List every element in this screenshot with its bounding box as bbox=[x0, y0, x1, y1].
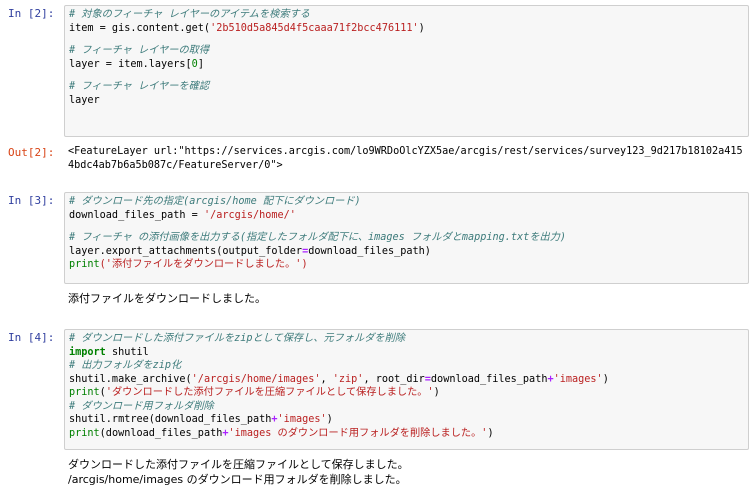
code-cell[interactable]: # 対象のフィーチャ レイヤーのアイテムを検索する item = gis.cont… bbox=[64, 5, 749, 137]
code-cell[interactable]: # ダウンロードした添付ファイルをzipとして保存し、元フォルダを削除 impor… bbox=[64, 329, 749, 450]
code-text: shutil.rmtree(download_files_path bbox=[69, 414, 272, 425]
code-line: layer bbox=[69, 94, 744, 108]
code-comment: # フィーチャ レイヤーを確認 bbox=[69, 81, 210, 92]
code-text: download_files_path bbox=[430, 373, 548, 385]
code-builtin: print bbox=[69, 259, 100, 270]
code-comment: # フィーチャ の添付画像を出力する(指定したフォルダ配下に、images フォ… bbox=[69, 232, 567, 243]
stdout-line: /arcgis/home/images のダウンロード用フォルダを削除しました。 bbox=[68, 473, 407, 486]
code-line: # ダウンロードした添付ファイルをzipとして保存し、元フォルダを削除 bbox=[69, 332, 744, 346]
stdout-area: 添付ファイルをダウンロードしました。 bbox=[68, 291, 266, 306]
code-text: (download_files_path bbox=[99, 427, 223, 439]
cell-prompt: In [4]: bbox=[8, 331, 55, 344]
code-comment: # フィーチャ レイヤーの取得 bbox=[69, 45, 210, 56]
code-string: '/arcgis/home/images' bbox=[191, 373, 321, 385]
code-text: ) bbox=[326, 414, 333, 425]
code-line: print('添付ファイルをダウンロードしました。') bbox=[69, 258, 744, 272]
notebook: In [2]: # 対象のフィーチャ レイヤーのアイテムを検索する item = … bbox=[0, 0, 756, 491]
code-line: # フィーチャ の添付画像を出力する(指定したフォルダ配下に、images フォ… bbox=[69, 231, 744, 245]
code-line: # フィーチャ レイヤーを確認 bbox=[69, 80, 744, 94]
code-line: # ダウンロード用フォルダ削除 bbox=[69, 400, 744, 414]
code-line: shutil.make_archive('/arcgis/home/images… bbox=[69, 373, 744, 387]
code-line: # ダウンロード先の指定(arcgis/home 配下にダウンロード) bbox=[69, 195, 744, 209]
code-line: print('ダウンロードした添付ファイルを圧縮ファイルとして保存しました。') bbox=[69, 386, 744, 400]
code-editor[interactable]: # 対象のフィーチャ レイヤーのアイテムを検索する item = gis.cont… bbox=[69, 8, 744, 107]
code-comment: # ダウンロード用フォルダ削除 bbox=[69, 400, 214, 412]
code-string: '2b510d5a845d4f5caaa71f2bcc476111' bbox=[210, 22, 419, 34]
code-string: 'images' bbox=[553, 373, 603, 385]
code-editor[interactable]: # ダウンロード先の指定(arcgis/home 配下にダウンロード) downl… bbox=[69, 195, 744, 272]
code-builtin: print bbox=[69, 387, 100, 398]
code-comment: # ダウンロード先の指定(arcgis/home 配下にダウンロード) bbox=[69, 196, 361, 207]
code-text: ) bbox=[602, 373, 609, 385]
code-string: 'images のダウンロード用フォルダを削除しました。' bbox=[228, 427, 488, 439]
code-line: # 対象のフィーチャ レイヤーのアイテムを検索する bbox=[69, 8, 744, 22]
code-string: 'ダウンロードした添付ファイルを圧縮ファイルとして保存しました。' bbox=[105, 387, 434, 398]
output-prompt: Out[2]: bbox=[8, 146, 55, 159]
code-line: import shutil bbox=[69, 346, 744, 360]
code-comment: # ダウンロードした添付ファイルをzipとして保存し、元フォルダを削除 bbox=[69, 333, 405, 344]
code-line: shutil.rmtree(download_files_path+'image… bbox=[69, 413, 744, 427]
code-keyword: import bbox=[69, 346, 106, 358]
code-text: ) bbox=[487, 427, 494, 439]
code-line: print(download_files_path+'images のダウンロー… bbox=[69, 427, 744, 441]
code-builtin: print bbox=[69, 427, 100, 439]
code-line: # 出力フォルダをzip化 bbox=[69, 359, 744, 373]
cell-prompt: In [3]: bbox=[8, 194, 55, 207]
code-cell[interactable]: # ダウンロード先の指定(arcgis/home 配下にダウンロード) downl… bbox=[64, 192, 749, 284]
code-text: download_files_path = bbox=[69, 209, 204, 221]
code-text: , root_dir bbox=[363, 373, 425, 385]
code-string: 'zip' bbox=[332, 373, 364, 385]
code-line: download_files_path = '/arcgis/home/' bbox=[69, 209, 744, 223]
code-text: ) bbox=[418, 22, 425, 34]
code-text: ] bbox=[197, 58, 204, 70]
code-text: shutil bbox=[105, 346, 149, 358]
stdout-area: ダウンロードした添付ファイルを圧縮ファイルとして保存しました。 /arcgis/h… bbox=[68, 457, 409, 487]
code-line: layer.export_attachments(output_folder=d… bbox=[69, 245, 744, 259]
stdout-line: ダウンロードした添付ファイルを圧縮ファイルとして保存しました。 bbox=[68, 458, 409, 471]
code-text: ) bbox=[433, 387, 440, 398]
cell-prompt: In [2]: bbox=[8, 7, 55, 20]
code-editor[interactable]: # ダウンロードした添付ファイルをzipとして保存し、元フォルダを削除 impor… bbox=[69, 332, 744, 440]
output-area: <FeatureLayer url:"https://services.arcg… bbox=[68, 145, 743, 172]
code-string: ('添付ファイルをダウンロードしました。') bbox=[99, 259, 308, 270]
output-line: 4bdc4ab7b6a5b087c/FeatureServer/0"> bbox=[68, 159, 283, 171]
output-line: <FeatureLayer url:"https://services.arcg… bbox=[68, 146, 743, 157]
code-string: '/arcgis/home/' bbox=[203, 209, 296, 221]
stdout-line: 添付ファイルをダウンロードしました。 bbox=[68, 292, 266, 305]
code-text: layer.export_attachments(output_folder bbox=[69, 245, 303, 257]
code-line: item = gis.content.get('2b510d5a845d4f5c… bbox=[69, 22, 744, 36]
code-text: item = gis.content.get( bbox=[69, 22, 211, 34]
code-text: , bbox=[320, 373, 333, 385]
code-string: 'images' bbox=[277, 414, 327, 425]
code-line: layer = item.layers[0] bbox=[69, 58, 744, 72]
code-text: layer = item.layers[ bbox=[69, 58, 192, 70]
code-comment: # 対象のフィーチャ レイヤーのアイテムを検索する bbox=[69, 9, 310, 20]
code-comment: # 出力フォルダをzip化 bbox=[69, 360, 182, 371]
code-text: download_files_path) bbox=[308, 245, 431, 257]
code-text: shutil.make_archive( bbox=[69, 373, 192, 385]
code-line: # フィーチャ レイヤーの取得 bbox=[69, 44, 744, 58]
code-text: layer bbox=[69, 94, 100, 106]
